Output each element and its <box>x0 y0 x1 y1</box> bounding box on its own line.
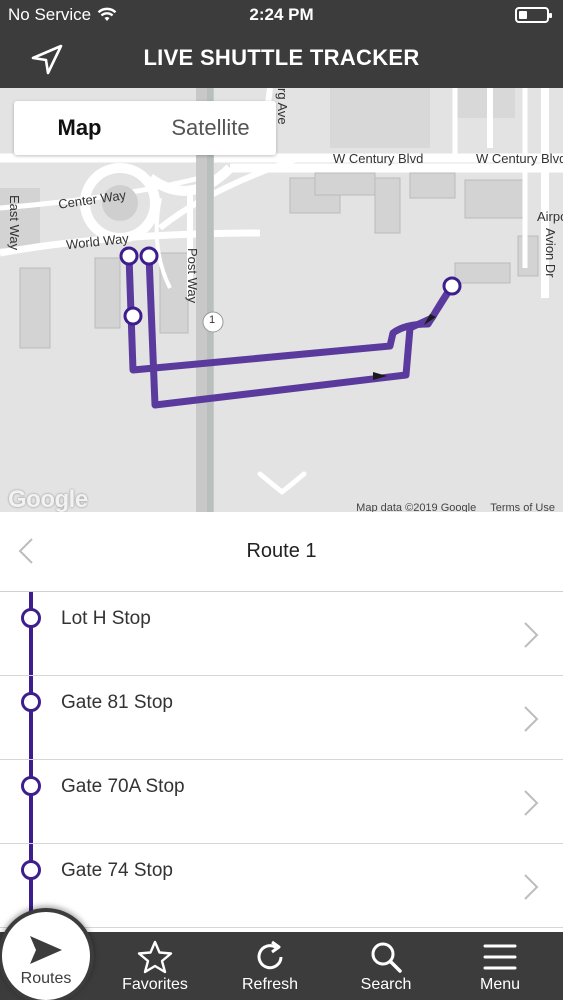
star-icon <box>137 940 173 974</box>
tab-label: Refresh <box>241 976 299 993</box>
tab-menu[interactable]: Menu <box>455 932 545 1000</box>
tab-search[interactable]: Search <box>341 932 431 1000</box>
stop-marker <box>21 692 41 712</box>
map-data-attribution: Map data ©2019 Google <box>356 502 477 512</box>
nav-bar: LIVE SHUTTLE TRACKER <box>0 30 563 88</box>
terms-of-use-link[interactable]: Terms of Use <box>490 502 555 512</box>
tab-label: Routes <box>20 970 72 987</box>
stop-name: Gate 81 Stop <box>61 692 173 713</box>
map-stop-marker[interactable] <box>119 246 139 266</box>
google-logo: Google <box>8 486 88 512</box>
play-arrow-icon <box>30 936 62 964</box>
tab-label: Search <box>360 976 412 993</box>
hamburger-menu-icon <box>483 944 517 970</box>
battery-icon <box>515 7 552 23</box>
chevron-down-icon[interactable] <box>256 470 308 498</box>
list-item[interactable]: Gate 74 Stop <box>0 844 563 928</box>
chevron-right-icon <box>524 706 539 732</box>
route-header: Route 1 <box>0 512 563 592</box>
map-stop-marker[interactable] <box>442 276 462 296</box>
map-stop-marker[interactable] <box>139 246 159 266</box>
route-title: Route 1 <box>246 540 317 562</box>
list-item[interactable]: Lot H Stop <box>0 592 563 676</box>
battery-level <box>519 11 527 19</box>
stop-marker <box>21 776 41 796</box>
map-footer: Map data ©2019 Google Terms of Use <box>356 502 555 512</box>
map-type-toggle: Map Satellite <box>14 101 276 155</box>
tab-routes[interactable]: Routes <box>0 908 94 1000</box>
tab-refresh[interactable]: Refresh <box>225 932 315 1000</box>
refresh-icon <box>257 940 283 970</box>
tab-favorites[interactable]: Favorites <box>110 932 200 1000</box>
stop-list[interactable]: Lot H Stop Gate 81 Stop Gate 70A Stop Ga… <box>0 592 563 932</box>
stop-marker <box>21 860 41 880</box>
stop-name: Lot H Stop <box>61 608 151 629</box>
map-stop-marker[interactable] <box>123 306 143 326</box>
search-icon <box>371 942 402 973</box>
map-view[interactable]: W Century Blvd W Century Blvd Center Way… <box>0 88 563 512</box>
tab-label: Menu <box>479 976 521 993</box>
status-time: 2:24 PM <box>249 5 314 24</box>
chevron-right-icon <box>524 874 539 900</box>
stop-marker <box>21 608 41 628</box>
list-item[interactable]: Gate 70A Stop <box>0 760 563 844</box>
chevron-right-icon <box>524 790 539 816</box>
page-title: LIVE SHUTTLE TRACKER <box>143 45 420 70</box>
stop-name: Gate 74 Stop <box>61 860 173 881</box>
map-toggle-option[interactable]: Map <box>14 101 145 155</box>
stop-name: Gate 70A Stop <box>61 776 185 797</box>
status-bar: No Service 2:24 PM <box>0 0 563 30</box>
satellite-toggle-option[interactable]: Satellite <box>145 101 276 155</box>
tab-label: Favorites <box>122 976 188 993</box>
chevron-right-icon <box>524 622 539 648</box>
list-item[interactable]: Gate 81 Stop <box>0 676 563 760</box>
